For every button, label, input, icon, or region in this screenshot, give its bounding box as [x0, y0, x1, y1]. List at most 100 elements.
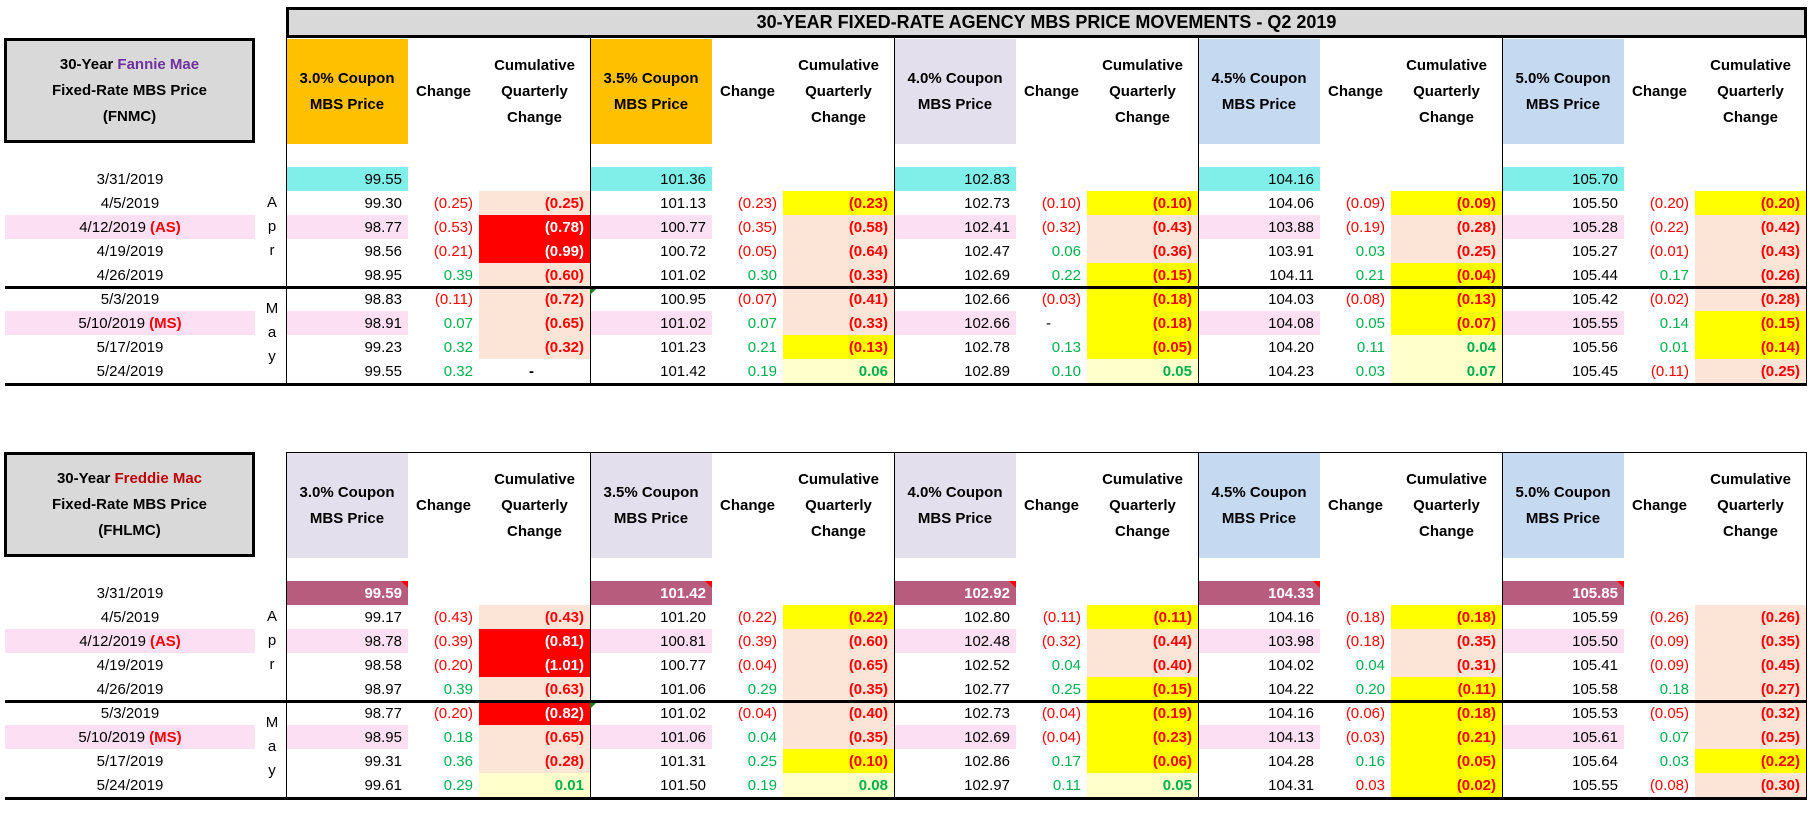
- cumulative-change-cell: (0.18): [1391, 605, 1502, 629]
- cumulative-header-line: Quarterly: [501, 496, 568, 514]
- cumulative-change-cell: (0.28): [1391, 215, 1502, 239]
- cumulative-header-line: Quarterly: [1413, 496, 1480, 514]
- price-cell: 102.78: [964, 338, 1010, 356]
- group-divider: [590, 452, 591, 797]
- cumulative-change-cell: (0.78): [479, 215, 590, 239]
- fhlmc-label-box: 30-Year Freddie Mac Fixed-Rate MBS Price (…: [4, 452, 255, 557]
- change-cell: (0.10): [1041, 194, 1081, 212]
- price-cell: 102.47: [964, 242, 1010, 260]
- date-label: 5/10/2019: [78, 314, 146, 332]
- cumulative-header: Cumulative Quarterly Change: [479, 39, 590, 144]
- month-letter: A: [266, 194, 277, 211]
- cumulative-change-cell: (0.18): [1087, 311, 1198, 335]
- coupon-header-text: 3.5% Coupon MBS Price: [603, 480, 698, 532]
- date-label: 5/3/2019: [100, 704, 160, 722]
- price-cell: 104.20: [1268, 338, 1314, 356]
- price-cell: 105.50: [1572, 194, 1618, 212]
- change-cell: (0.22): [1649, 218, 1689, 236]
- cumulative-change-cell: (0.65): [783, 653, 894, 677]
- cumulative-change-cell: (0.18): [1087, 287, 1198, 311]
- price-cell: 101.02: [660, 704, 706, 722]
- price-cell: 102.86: [964, 752, 1010, 770]
- report-title: 30-YEAR FIXED-RATE AGENCY MBS PRICE MOVE…: [286, 7, 1807, 38]
- cumulative-change-cell: (0.60): [783, 629, 894, 653]
- cumulative-change-cell: (0.23): [1087, 725, 1198, 749]
- change-cell: 0.11: [1356, 338, 1385, 356]
- price-cell: 102.89: [964, 362, 1010, 380]
- cumulative-change-cell: (0.28): [479, 749, 590, 773]
- date-label: 4/5/2019: [100, 608, 160, 626]
- change-cell: (0.03): [1041, 290, 1081, 308]
- cumulative-change-cell: (0.33): [783, 263, 894, 287]
- price-cell: 102.97: [964, 776, 1010, 794]
- price-cell: 102.52: [964, 656, 1010, 674]
- cumulative-change-cell: (0.33): [783, 311, 894, 335]
- cumulative-header-line: Quarterly: [501, 82, 568, 100]
- fhlmc-label-line2: Fixed-Rate MBS Price: [51, 495, 208, 513]
- change-cell: (0.39): [433, 632, 473, 650]
- event-tag: (AS): [149, 218, 181, 236]
- price-cell: 98.77: [286, 215, 408, 239]
- price-cell: 103.91: [1268, 242, 1314, 260]
- fhlmc-label-line3: (FHLMC): [98, 521, 161, 539]
- coupon-header-line1: 4.0% Coupon: [907, 483, 1003, 501]
- price-cell: 102.69: [964, 266, 1010, 284]
- change-cell: 0.01: [1659, 338, 1689, 356]
- cumulative-change-cell: (0.27): [1695, 677, 1806, 701]
- cumulative-header-line: Quarterly: [1109, 496, 1176, 514]
- change-cell: (0.22): [737, 608, 777, 626]
- month-letter: r: [269, 656, 275, 673]
- cumulative-change-cell: (0.81): [479, 629, 590, 653]
- price-cell-marker: [1198, 581, 1320, 605]
- cumulative-change-cell: (0.40): [783, 701, 894, 725]
- comment-indicator-icon: [590, 288, 597, 295]
- price-cell: 104.13: [1198, 725, 1320, 749]
- month-letter: A: [266, 608, 277, 625]
- change-cell: 0.18: [443, 728, 473, 746]
- group-divider: [1198, 452, 1199, 797]
- change-cell: 0.29: [443, 776, 473, 794]
- price-cell: 98.97: [364, 680, 402, 698]
- change-cell: 0.03: [1659, 752, 1689, 770]
- cumulative-header-line: Quarterly: [805, 82, 872, 100]
- price-cell: 100.77: [590, 215, 712, 239]
- cumulative-header-line: Cumulative: [1102, 56, 1183, 74]
- price-cell: 102.48: [894, 629, 1016, 653]
- cumulative-change-cell: (0.35): [783, 725, 894, 749]
- date-label: 5/3/2019: [100, 290, 160, 308]
- change-cell: (0.43): [433, 608, 473, 626]
- cumulative-header-line: Change: [1722, 108, 1778, 126]
- price-cell: 104.31: [1268, 776, 1314, 794]
- price-cell: 104.02: [1268, 656, 1314, 674]
- cumulative-change-cell: (0.65): [479, 311, 590, 335]
- change-cell: (0.08): [1345, 290, 1385, 308]
- date-cell: 5/3/2019: [5, 287, 255, 311]
- coupon-header-text: 3.0% Coupon MBS Price: [299, 480, 394, 532]
- cumulative-header-line: Cumulative: [1710, 470, 1791, 488]
- price-cell: 105.70: [1502, 167, 1624, 191]
- cumulative-header-text: Cumulative Quarterly Change: [1102, 467, 1183, 545]
- coupon-header-text: 4.0% Coupon MBS Price: [907, 66, 1002, 118]
- coupon-header: 4.5% Coupon MBS Price: [1198, 39, 1320, 144]
- change-cell: 0.39: [443, 680, 473, 698]
- cumulative-header-line: Cumulative: [494, 56, 575, 74]
- change-cell: 0.07: [1659, 728, 1689, 746]
- date-cell: 4/19/2019: [5, 653, 255, 677]
- price-cell: 104.16: [1268, 608, 1314, 626]
- date-cell: 4/12/2019 (AS): [5, 215, 255, 239]
- price-cell: 99.55: [286, 167, 408, 191]
- date-label: 4/19/2019: [96, 656, 164, 674]
- date-label: 5/17/2019: [96, 338, 164, 356]
- price-cell: 104.22: [1268, 680, 1314, 698]
- change-cell: (0.18): [1345, 608, 1385, 626]
- cumulative-change-cell: (0.22): [783, 605, 894, 629]
- price-cell: 99.55: [364, 362, 402, 380]
- change-cell: 0.14: [1659, 314, 1689, 332]
- cumulative-change-cell: -: [479, 359, 590, 383]
- change-header: Change: [1631, 82, 1687, 100]
- change-cell: (0.05): [737, 242, 777, 260]
- cumulative-header-line: Change: [810, 522, 866, 540]
- coupon-header-line1: 3.5% Coupon: [603, 69, 699, 87]
- cumulative-header-line: Change: [1418, 522, 1474, 540]
- price-cell: 104.03: [1268, 290, 1314, 308]
